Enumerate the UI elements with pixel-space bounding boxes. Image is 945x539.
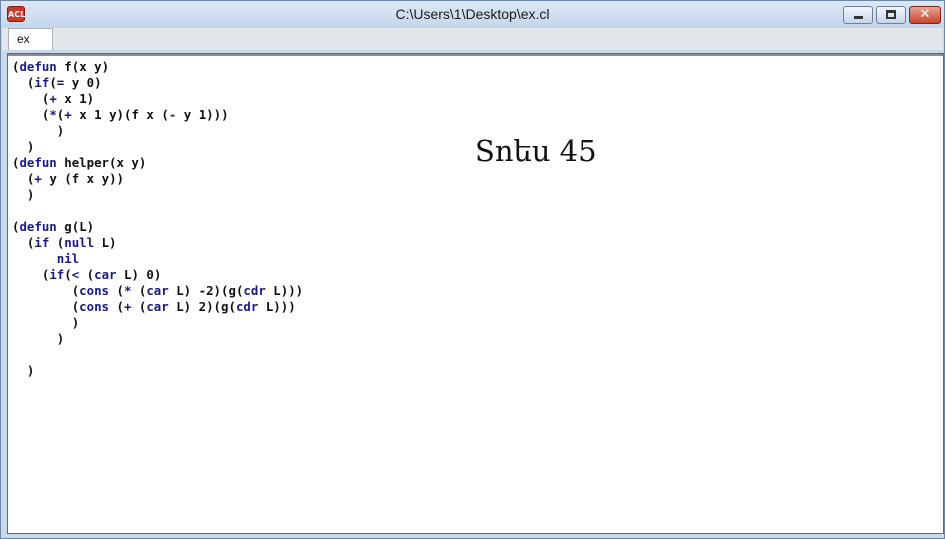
- code-line: (if(= y 0): [26, 75, 102, 90]
- maximize-button[interactable]: [876, 6, 906, 24]
- code-line: ): [26, 363, 35, 378]
- tab-strip: ex: [2, 28, 943, 50]
- code-line: (defun helper(x y): [12, 155, 147, 170]
- code-line: (+ x 1): [41, 91, 95, 106]
- code-line: (cons (* (car L) -2)(g(cdr L))): [71, 283, 304, 298]
- code-line: ): [26, 139, 35, 154]
- minimize-button[interactable]: [843, 6, 873, 24]
- close-icon: ✕: [919, 7, 931, 22]
- code-line: (*(+ x 1 y)(f x (- y 1))): [41, 107, 229, 122]
- code-line: ): [71, 315, 80, 330]
- minimize-icon: [854, 16, 863, 19]
- code-line: (cons (+ (car L) 2)(g(cdr L))): [71, 299, 296, 314]
- code-line: (if (null L): [26, 235, 117, 250]
- code-line: ): [56, 331, 65, 346]
- overlay-caption: Snեu 45: [475, 134, 597, 168]
- code-line: (defun f(x y): [12, 59, 110, 74]
- tab-ex[interactable]: ex: [8, 28, 53, 50]
- code-text[interactable]: (defun f(x y) (if(= y 0) (+ x 1) (*(+ x …: [12, 59, 303, 379]
- title-bar[interactable]: ACL C:\Users\1\Desktop\ex.cl ✕: [1, 1, 944, 28]
- code-line: (defun g(L): [12, 219, 95, 234]
- code-line: ): [56, 123, 65, 138]
- code-editor[interactable]: (defun f(x y) (if(= y 0) (+ x 1) (*(+ x …: [7, 53, 944, 534]
- code-line: nil: [56, 251, 80, 266]
- editor-window: ACL C:\Users\1\Desktop\ex.cl ✕ ex (defun…: [0, 0, 945, 539]
- window-title: C:\Users\1\Desktop\ex.cl: [395, 6, 550, 22]
- code-line: ): [26, 187, 35, 202]
- maximize-icon: [886, 10, 896, 19]
- code-line: (+ y (f x y)): [26, 171, 125, 186]
- code-line: (if(< (car L) 0): [41, 267, 162, 282]
- close-button[interactable]: ✕: [909, 6, 941, 24]
